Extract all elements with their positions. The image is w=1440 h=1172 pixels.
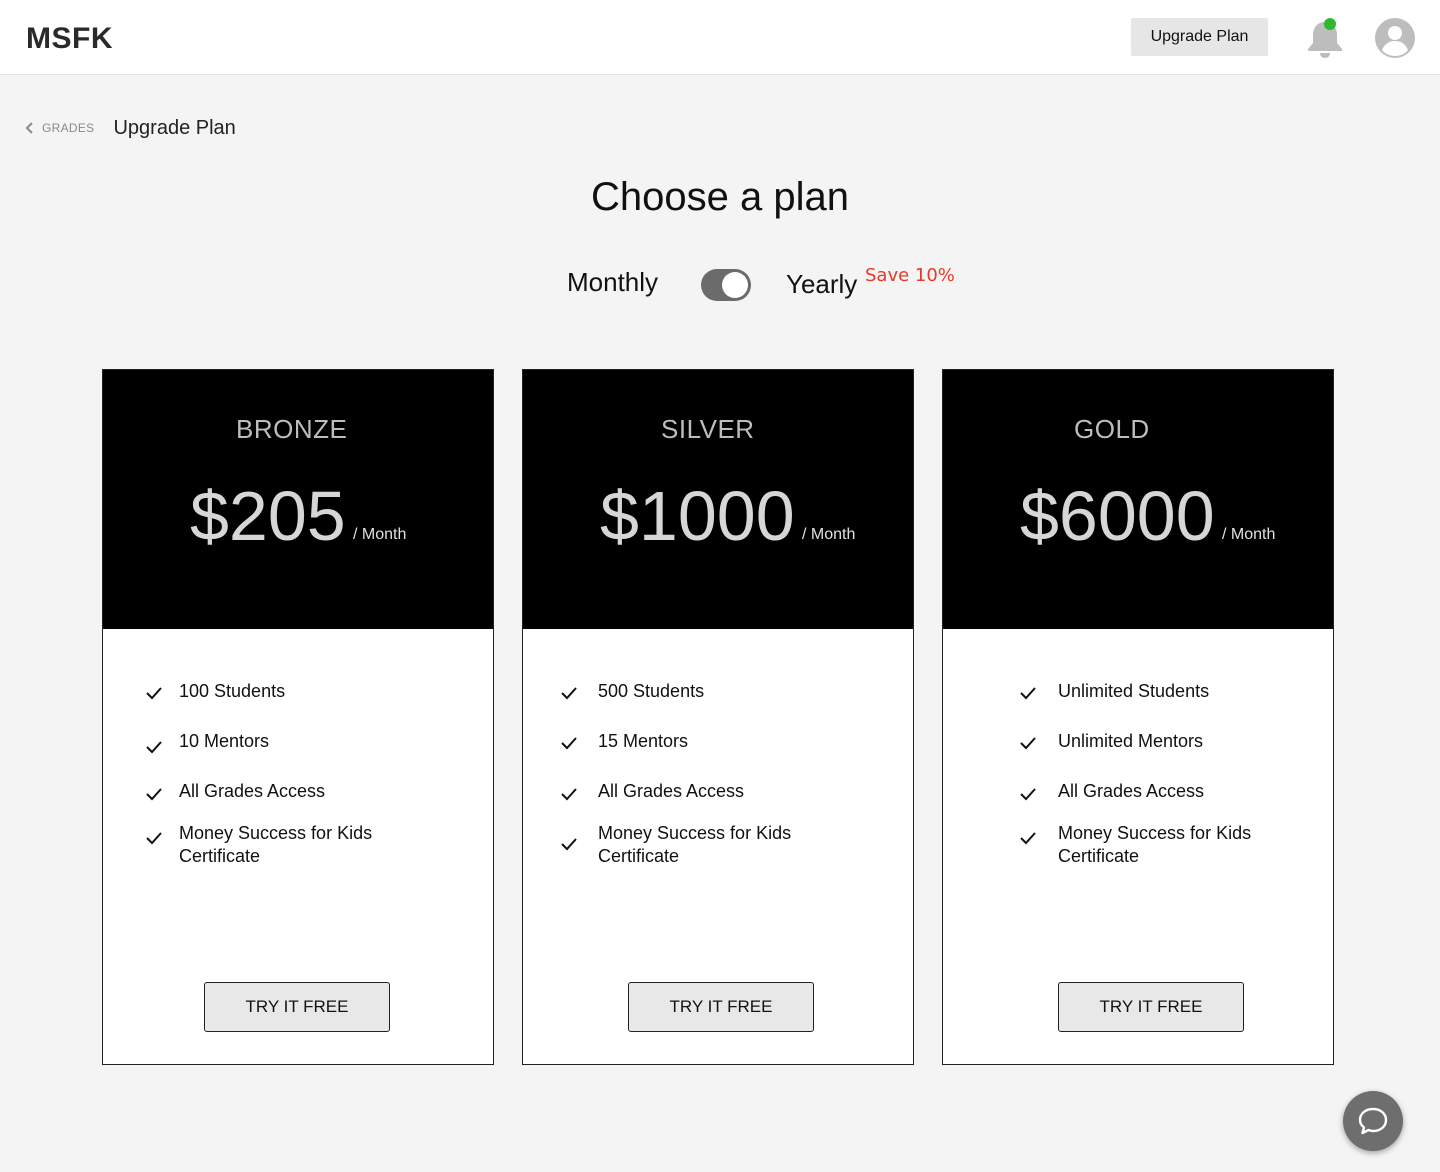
plan-period: / Month: [353, 526, 407, 543]
billing-period-toggle[interactable]: [701, 269, 751, 301]
save-badge: Save 10%: [865, 265, 955, 286]
check-icon: [1020, 832, 1036, 845]
check-icon: [561, 788, 577, 801]
try-free-button-silver[interactable]: TRY IT FREE: [628, 982, 814, 1032]
top-bar: MSFK Upgrade Plan: [0, 0, 1440, 75]
check-icon: [561, 737, 577, 750]
feature-item: Money Success for Kids: [598, 823, 792, 843]
breadcrumb: GRADES Upgrade Plan: [24, 115, 236, 141]
check-icon: [1020, 788, 1036, 801]
feature-item: All Grades Access: [179, 781, 326, 801]
feature-item: Unlimited Mentors: [1058, 731, 1204, 751]
plan-card-bronze: BRONZE $205 / Month 100 Students 10 Ment…: [102, 369, 494, 1065]
check-icon: [146, 741, 162, 754]
chevron-left-icon: [25, 122, 33, 134]
plan-period: / Month: [1222, 526, 1276, 543]
feature-item: All Grades Access: [1058, 781, 1205, 801]
plan-header: GOLD $6000 / Month: [943, 370, 1333, 629]
chat-button[interactable]: [1343, 1091, 1403, 1151]
breadcrumb-parent[interactable]: GRADES: [42, 121, 94, 135]
try-free-button-gold[interactable]: TRY IT FREE: [1058, 982, 1244, 1032]
feature-item: Unlimited Students: [1058, 681, 1210, 701]
feature-item: Money Success for Kids: [179, 823, 373, 843]
plan-tier: SILVER: [661, 414, 755, 444]
plan-period: / Month: [802, 526, 856, 543]
plan-header: SILVER $1000 / Month: [523, 370, 913, 629]
notification-bell-icon[interactable]: [1304, 16, 1346, 60]
plan-header: BRONZE $205 / Month: [103, 370, 493, 629]
feature-item: 15 Mentors: [598, 731, 689, 751]
plan-price: $6000: [1020, 477, 1215, 555]
feature-item-continued: Certificate: [1058, 846, 1140, 866]
feature-item: 500 Students: [598, 681, 705, 701]
billing-monthly-label[interactable]: Monthly: [567, 267, 658, 298]
feature-item-continued: Certificate: [179, 846, 261, 866]
feature-item: 100 Students: [179, 681, 286, 701]
plan-card-silver: SILVER $1000 / Month 500 Students 15 Men…: [522, 369, 914, 1065]
toggle-knob: [722, 272, 748, 298]
breadcrumb-current: Upgrade Plan: [113, 116, 236, 139]
check-icon: [146, 788, 162, 801]
breadcrumb-back-link[interactable]: GRADES: [24, 121, 94, 135]
feature-item: All Grades Access: [598, 781, 745, 801]
plan-price: $1000: [600, 477, 795, 555]
feature-item: 10 Mentors: [179, 731, 270, 751]
check-icon: [1020, 737, 1036, 750]
plan-card-gold: GOLD $6000 / Month Unlimited Students Un…: [942, 369, 1334, 1065]
check-icon: [146, 687, 162, 700]
check-icon: [561, 687, 577, 700]
check-icon: [146, 832, 162, 845]
upgrade-plan-button[interactable]: Upgrade Plan: [1131, 18, 1268, 56]
user-avatar-icon[interactable]: [1374, 17, 1416, 59]
check-icon: [1020, 687, 1036, 700]
feature-item-continued: Certificate: [598, 846, 680, 866]
check-icon: [561, 838, 577, 851]
page-title: Choose a plan: [591, 175, 849, 219]
notification-dot: [1324, 18, 1336, 30]
app-logo[interactable]: MSFK: [26, 22, 113, 56]
chat-bubble-icon: [1358, 1107, 1388, 1135]
try-free-button-bronze[interactable]: TRY IT FREE: [204, 982, 390, 1032]
plan-tier: BRONZE: [236, 414, 348, 444]
plan-price: $205: [190, 477, 346, 555]
plan-tier: GOLD: [1074, 414, 1150, 444]
feature-item: Money Success for Kids: [1058, 823, 1252, 843]
billing-yearly-label[interactable]: Yearly: [786, 269, 857, 300]
